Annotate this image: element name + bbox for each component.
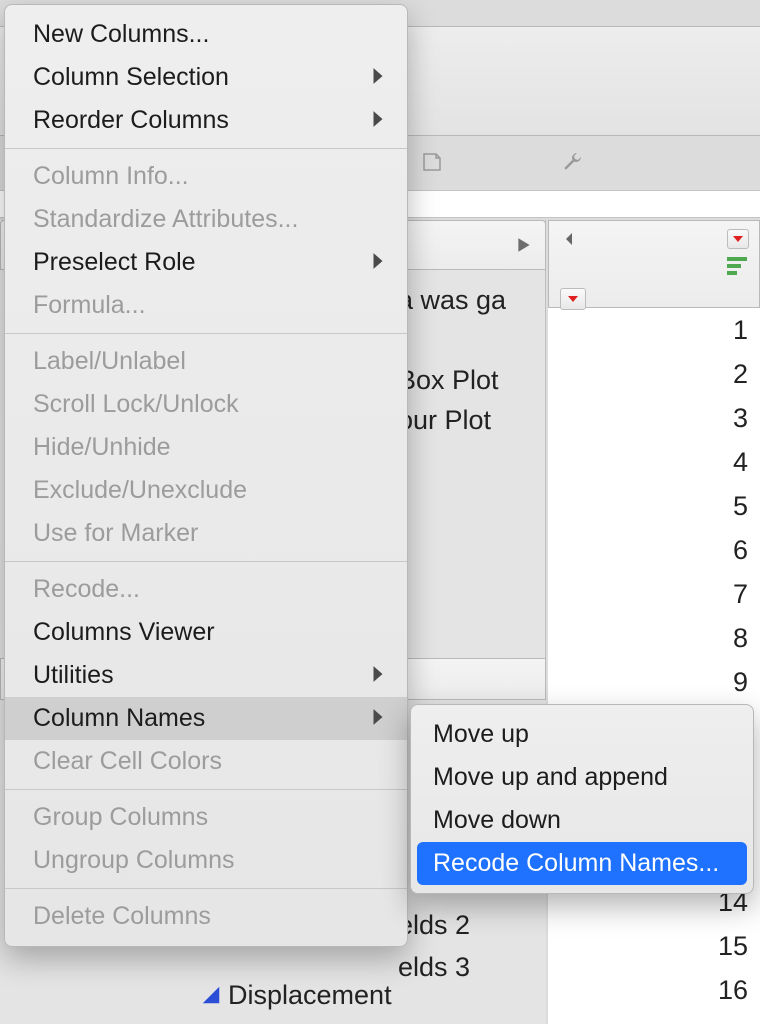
column-type-icon[interactable]: [200, 984, 222, 1011]
menu-item-label: Hide/Unhide: [33, 433, 171, 462]
menu-item-recode: Recode...: [5, 568, 407, 611]
menu-item-group-columns: Group Columns: [5, 796, 407, 839]
red-dropdown[interactable]: [727, 229, 749, 249]
menu-item-label: Standardize Attributes...: [33, 205, 298, 234]
menu-item-label: Use for Marker: [33, 519, 198, 548]
menu-item-label: Group Columns: [33, 803, 208, 832]
red-dropdown-2[interactable]: [560, 288, 586, 310]
menu-item-label: Delete Columns: [33, 902, 211, 931]
left-panel-text: a was ga / Box Plot our Plot: [398, 280, 506, 440]
menu-item-column-names[interactable]: Column Names: [5, 697, 407, 740]
submenu-item-move-up[interactable]: Move up: [411, 713, 753, 756]
menu-item-delete-columns: Delete Columns: [5, 895, 407, 938]
menu-item-exclude-unexclude: Exclude/Unexclude: [5, 469, 407, 512]
menu-separator: [5, 333, 407, 334]
chevron-right-icon: [371, 248, 385, 277]
menu-item-label: Reorder Columns: [33, 106, 229, 135]
collapse-left-icon[interactable]: [561, 231, 577, 252]
menu-item-label: Column Selection: [33, 63, 229, 92]
menu-item-label: Exclude/Unexclude: [33, 476, 247, 505]
menu-item-scroll-lock-unlock: Scroll Lock/Unlock: [5, 383, 407, 426]
menu-item-label: Recode...: [33, 575, 140, 604]
chevron-right-icon: [371, 106, 385, 135]
menu-item-label: Preselect Role: [33, 248, 196, 277]
menu-item-label: Utilities: [33, 661, 114, 690]
menu-item-use-for-marker: Use for Marker: [5, 512, 407, 555]
play-icon[interactable]: [515, 236, 533, 259]
menu-item-label: New Columns...: [33, 20, 209, 49]
columns-context-menu: New Columns... Column Selection Reorder Co…: [4, 4, 408, 947]
menu-item-label: Formula...: [33, 291, 146, 320]
menu-item-label: Scroll Lock/Unlock: [33, 390, 239, 419]
menu-item-utilities[interactable]: Utilities: [5, 654, 407, 697]
green-bars-icon: [727, 257, 747, 278]
menu-item-label: Ungroup Columns: [33, 846, 235, 875]
menu-item-label: Column Names: [33, 704, 205, 733]
menu-item-columns-viewer[interactable]: Columns Viewer: [5, 611, 407, 654]
menu-item-clear-cell-colors: Clear Cell Colors: [5, 740, 407, 783]
menu-item-standardize-attributes: Standardize Attributes...: [5, 198, 407, 241]
menu-item-label: Label/Unlabel: [33, 347, 186, 376]
menu-item-formula: Formula...: [5, 284, 407, 327]
menu-separator: [5, 888, 407, 889]
menu-item-label: Column Info...: [33, 162, 189, 191]
menu-item-ungroup-columns: Ungroup Columns: [5, 839, 407, 882]
menu-item-column-selection[interactable]: Column Selection: [5, 56, 407, 99]
submenu-item-move-up-and-append[interactable]: Move up and append: [411, 756, 753, 799]
submenu-item-move-down[interactable]: Move down: [411, 799, 753, 842]
menu-item-reorder-columns[interactable]: Reorder Columns: [5, 99, 407, 142]
menu-separator: [5, 561, 407, 562]
menu-separator: [5, 789, 407, 790]
chevron-right-icon: [371, 704, 385, 733]
menu-item-label-unlabel: Label/Unlabel: [5, 340, 407, 383]
menu-item-label: Clear Cell Colors: [33, 747, 222, 776]
chevron-right-icon: [371, 661, 385, 690]
toolbar-wrench-icon: [560, 150, 584, 174]
column-names-submenu: Move upMove up and appendMove downRecode…: [410, 704, 754, 894]
column-name-displacement[interactable]: Displacement: [228, 980, 392, 1011]
chevron-right-icon: [371, 63, 385, 92]
menu-item-new-columns[interactable]: New Columns...: [5, 13, 407, 56]
row-numbers: 1 2 3 4 5 6 7 8 9 14 15 16: [548, 308, 760, 1012]
menu-item-column-info: Column Info...: [5, 155, 407, 198]
submenu-item-recode-column-names[interactable]: Recode Column Names...: [417, 842, 747, 885]
menu-item-preselect-role[interactable]: Preselect Role: [5, 241, 407, 284]
menu-item-label: Columns Viewer: [33, 618, 215, 647]
toolbar-icon: [420, 150, 444, 174]
menu-item-hide-unhide: Hide/Unhide: [5, 426, 407, 469]
menu-separator: [5, 148, 407, 149]
